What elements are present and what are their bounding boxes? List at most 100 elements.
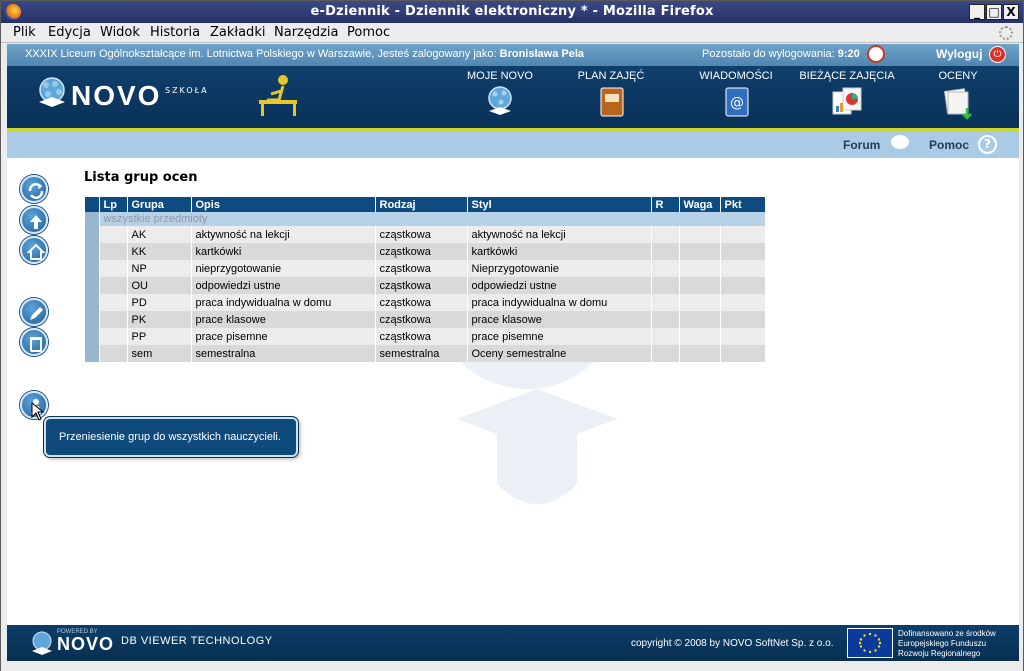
menu-pomoc[interactable]: Pomoc xyxy=(347,25,390,40)
delete-button[interactable] xyxy=(20,328,48,356)
title-bar: e-Dziennik - Dziennik elektroniczny * - … xyxy=(1,1,1023,23)
row-selector[interactable] xyxy=(85,212,100,226)
power-icon[interactable]: ⏻ xyxy=(989,46,1006,63)
mail-book-icon: @ xyxy=(725,87,749,117)
help-icon[interactable]: ? xyxy=(978,135,997,154)
cell-rodzaj: cząstkowa xyxy=(375,260,468,277)
novo-logo[interactable]: NOVO SZKOŁA xyxy=(35,76,215,122)
db-viewer-label: DB VIEWER TECHNOLOGY xyxy=(121,635,273,647)
cell-opis: nieprzygotowanie xyxy=(191,260,376,277)
col-grupa[interactable]: Grupa xyxy=(127,197,192,212)
help-link[interactable]: Pomoc xyxy=(929,138,969,152)
grade-groups-table: Lp Grupa Opis Rodzaj Styl R Waga Pkt wsz… xyxy=(85,197,766,362)
row-selector[interactable] xyxy=(85,328,100,345)
logo-word: NOVO xyxy=(71,80,162,111)
nav-plan-zajec[interactable]: PLAN ZAJĘĆ xyxy=(556,70,666,120)
cell-grupa: PP xyxy=(127,328,192,345)
mouse-cursor-icon xyxy=(31,402,45,421)
minimize-button[interactable]: _ xyxy=(969,4,985,20)
row-selector[interactable] xyxy=(85,226,100,243)
logo-sub: SZKOŁA xyxy=(165,86,209,95)
table-row[interactable]: OU odpowiedzi ustne cząstkowa odpowiedzi us… xyxy=(85,277,766,294)
cell-opis: praca indywidualna w domu xyxy=(191,294,376,311)
table-row[interactable]: NP nieprzygotowanie cząstkowa Nieprzygotowa… xyxy=(85,260,766,277)
table-row[interactable]: AK aktywność na lekcji cząstkowa aktywność … xyxy=(85,226,766,243)
col-rodzaj[interactable]: Rodzaj xyxy=(375,197,468,212)
eu-text-line: Europejskiego Funduszu xyxy=(898,639,987,648)
maximize-button[interactable]: □ xyxy=(986,4,1002,20)
row-selector[interactable] xyxy=(85,277,100,294)
cell-rodzaj: cząstkowa xyxy=(375,226,468,243)
table-row[interactable]: PD praca indywidualna w domu cząstkowa prac… xyxy=(85,294,766,311)
user-name: Bronisława Pela xyxy=(499,48,585,60)
refresh-button[interactable] xyxy=(20,175,48,203)
nav-label: MOJE NOVO xyxy=(466,70,533,82)
col-waga[interactable]: Waga xyxy=(679,197,721,212)
logout-link[interactable]: Wyloguj xyxy=(936,47,982,61)
forum-link[interactable]: Forum xyxy=(843,138,880,152)
cell-grupa: AK xyxy=(127,226,192,243)
cell-pkt xyxy=(720,311,766,328)
row-selector[interactable] xyxy=(85,345,100,362)
menu-historia[interactable]: Historia xyxy=(150,25,200,40)
trash-icon xyxy=(30,337,42,352)
menu-bar: Plik Edycja Widok Historia Zakładki Narz… xyxy=(1,23,1023,43)
teacher-desk-icon xyxy=(259,75,297,116)
row-selector[interactable] xyxy=(85,294,100,311)
nav-wiadomosci[interactable]: WIADOMOŚCI @ xyxy=(681,70,791,120)
cell-r xyxy=(651,226,680,243)
cell-lp xyxy=(99,243,128,260)
col-lp[interactable]: Lp xyxy=(99,197,128,212)
menu-plik[interactable]: Plik xyxy=(13,25,36,40)
edit-button[interactable] xyxy=(20,298,48,326)
table-row[interactable]: PK prace klasowe cząstkowa prace klasowe xyxy=(85,311,766,328)
cell-r xyxy=(651,243,680,260)
cell-r xyxy=(651,277,680,294)
cell-lp xyxy=(99,345,128,362)
col-r[interactable]: R xyxy=(651,197,680,212)
nav-label: PLAN ZAJĘĆ xyxy=(577,70,645,82)
nav-label: BIEŻĄCE ZAJĘCIA xyxy=(799,70,895,82)
school-info: XXXIX Liceum Ogólnokształcące im. Lotnic… xyxy=(25,48,584,60)
sub-navigation-bar: Forum Pomoc ? xyxy=(7,132,1019,158)
menu-widok[interactable]: Widok xyxy=(100,25,140,40)
col-opis[interactable]: Opis xyxy=(191,197,376,212)
col-pkt[interactable]: Pkt xyxy=(720,197,766,212)
cell-rodzaj: cząstkowa xyxy=(375,311,468,328)
speech-bubble-icon[interactable] xyxy=(891,135,909,149)
cell-grupa: PK xyxy=(127,311,192,328)
cell-rodzaj: semestralna xyxy=(375,345,468,362)
menu-zakladki[interactable]: Zakładki xyxy=(210,25,265,40)
row-selector[interactable] xyxy=(85,243,100,260)
cell-r xyxy=(651,345,680,362)
eu-stars-icon xyxy=(858,632,882,654)
cell-grupa: NP xyxy=(127,260,192,277)
table-row[interactable]: PP prace pisemne cząstkowa prace pisemne xyxy=(85,328,766,345)
cell-lp xyxy=(99,294,128,311)
table-row[interactable]: sem semestralna semestralna Oceny semestral… xyxy=(85,345,766,362)
up-button[interactable] xyxy=(20,206,48,234)
cell-rodzaj: cząstkowa xyxy=(375,294,468,311)
school-name: XXXIX Liceum Ogólnokształcące im. Lotnic… xyxy=(25,48,500,60)
cell-opis: semestralna xyxy=(191,345,376,362)
timer-value: 9:20 xyxy=(837,48,860,60)
eu-text-line: Rozwoju Regionalnego xyxy=(898,649,981,658)
footer-novo-label: NOVO xyxy=(57,634,115,654)
table-row[interactable]: KK kartkówki cząstkowa kartkówki xyxy=(85,243,766,260)
row-selector[interactable] xyxy=(85,260,100,277)
menu-narzedzia[interactable]: Narzędzia xyxy=(274,25,339,40)
nav-biezace-zajecia[interactable]: BIEŻĄCE ZAJĘCIA xyxy=(792,70,902,120)
cell-pkt xyxy=(720,294,766,311)
nav-oceny[interactable]: OCENY xyxy=(903,70,1013,120)
copyright-text: copyright © 2008 by NOVO SoftNet Sp. z o… xyxy=(631,638,834,649)
nav-moje-novo[interactable]: MOJE NOVO xyxy=(445,70,555,120)
cell-waga xyxy=(679,260,721,277)
cell-pkt xyxy=(720,243,766,260)
home-button[interactable] xyxy=(20,236,48,264)
menu-edycja[interactable]: Edycja xyxy=(48,25,91,40)
col-styl[interactable]: Styl xyxy=(467,197,652,212)
cell-rodzaj: cząstkowa xyxy=(375,328,468,345)
close-button[interactable]: X xyxy=(1003,4,1019,20)
row-selector[interactable] xyxy=(85,311,100,328)
page-title: Lista grup ocen xyxy=(84,170,198,185)
